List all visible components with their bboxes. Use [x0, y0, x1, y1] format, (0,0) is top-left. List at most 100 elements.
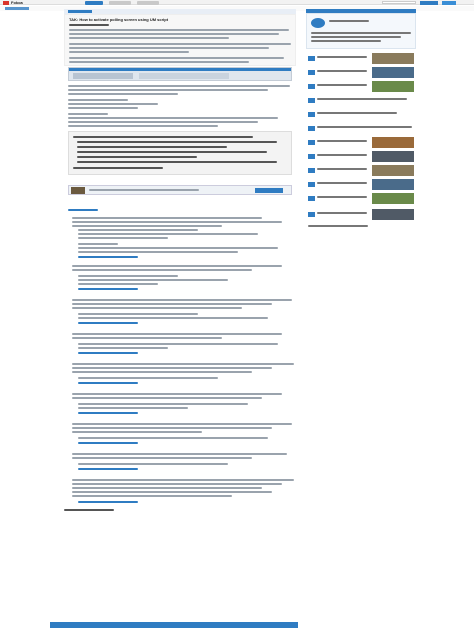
author-bio [311, 36, 401, 38]
download-button[interactable] [255, 188, 283, 193]
comment-line [78, 247, 278, 249]
text-line [69, 29, 289, 31]
reply-link[interactable] [78, 501, 138, 503]
comment-line [78, 283, 158, 285]
text-line [69, 33, 279, 35]
sidebar-related-item[interactable] [308, 151, 414, 163]
comment-line [72, 393, 282, 395]
text-line [68, 113, 108, 115]
sidebar-related-item[interactable] [308, 193, 414, 205]
comment-line [72, 483, 282, 485]
text-line [68, 121, 258, 123]
comment-line [72, 337, 222, 339]
comment-line [72, 371, 252, 373]
related-title [317, 212, 367, 214]
code-line [77, 146, 227, 148]
comment-line [78, 403, 248, 405]
attachment-thumbnail[interactable] [71, 187, 85, 194]
article-intro: TAK: How to activate polling screen usin… [64, 14, 296, 66]
article-icon [308, 98, 315, 103]
sidebar-related-item[interactable] [308, 179, 414, 191]
avatar[interactable] [311, 18, 325, 28]
related-title [317, 84, 367, 86]
article-icon [308, 112, 315, 117]
comment-line [72, 487, 262, 489]
article-icon [308, 154, 315, 159]
comment-line [78, 317, 268, 319]
comment-line [72, 427, 272, 429]
reply-link[interactable] [78, 288, 138, 290]
comment-line [78, 229, 198, 231]
comment-line [72, 453, 287, 455]
comments-heading [68, 209, 98, 211]
comment-line [78, 407, 188, 409]
reply-link[interactable] [78, 352, 138, 354]
sidebar-related-item[interactable] [308, 209, 414, 221]
login-button[interactable] [420, 0, 438, 5]
sidebar-related-item[interactable] [308, 137, 414, 149]
sidebar-related-item[interactable] [308, 67, 414, 79]
author-name[interactable] [329, 20, 369, 22]
text-line [68, 125, 218, 127]
nav-item-3[interactable] [137, 0, 159, 5]
code-line [77, 151, 267, 153]
related-thumbnail [372, 137, 414, 148]
comment-line [78, 343, 278, 345]
page-footer [50, 622, 298, 628]
sidebar-related-item[interactable] [308, 165, 414, 177]
article-icon [308, 182, 315, 187]
sidebar-related-item[interactable] [308, 109, 414, 121]
reply-link[interactable] [78, 382, 138, 384]
site-logo[interactable]: Fokoa [3, 0, 23, 5]
nav-item-home[interactable] [85, 0, 103, 5]
reply-link[interactable] [78, 322, 138, 324]
comment-line [78, 275, 178, 277]
related-title [317, 112, 397, 114]
category-tag[interactable] [68, 10, 92, 13]
article-icon [308, 56, 315, 61]
text-line [68, 103, 158, 105]
signup-button[interactable] [442, 0, 456, 5]
code-line [77, 156, 197, 158]
related-title [317, 182, 367, 184]
related-thumbnail [372, 209, 414, 220]
text-line [69, 37, 229, 39]
text-line [68, 117, 278, 119]
reply-link[interactable] [78, 442, 138, 444]
text-line [68, 93, 178, 95]
breadcrumb[interactable] [5, 7, 29, 10]
author-bio [311, 40, 381, 42]
author-bio [311, 32, 411, 34]
sidebar-related-item[interactable] [308, 95, 414, 107]
comment-line [78, 251, 238, 253]
related-thumbnail [372, 53, 414, 64]
nav-item-2[interactable] [109, 0, 131, 5]
screenshot-titlebar [69, 68, 291, 71]
sidebar-related-item[interactable] [308, 53, 414, 65]
reply-link[interactable] [78, 256, 138, 258]
article-screenshot [68, 67, 292, 81]
reply-link[interactable] [78, 468, 138, 470]
article-title: TAK: How to activate polling screen usin… [69, 17, 169, 22]
article-icon [308, 212, 315, 217]
related-title [317, 126, 412, 128]
comment-line [72, 397, 262, 399]
related-thumbnail [372, 81, 414, 92]
reply-link[interactable] [78, 412, 138, 414]
comment-line [72, 265, 282, 267]
comment-line [72, 221, 282, 223]
code-line [77, 161, 277, 163]
text-line [68, 89, 268, 91]
sidebar-related-item[interactable] [308, 81, 414, 93]
search-input[interactable] [382, 1, 416, 4]
comment-line [78, 347, 168, 349]
text-line [69, 43, 291, 45]
sidebar-related-item[interactable] [308, 123, 414, 135]
author-line [69, 24, 109, 26]
brand-mark-icon [3, 0, 9, 5]
sidebar-footer-link[interactable] [308, 225, 368, 227]
comment-line [78, 437, 268, 439]
load-more-link[interactable] [64, 509, 114, 511]
text-line [69, 47, 269, 49]
related-title [317, 154, 367, 156]
